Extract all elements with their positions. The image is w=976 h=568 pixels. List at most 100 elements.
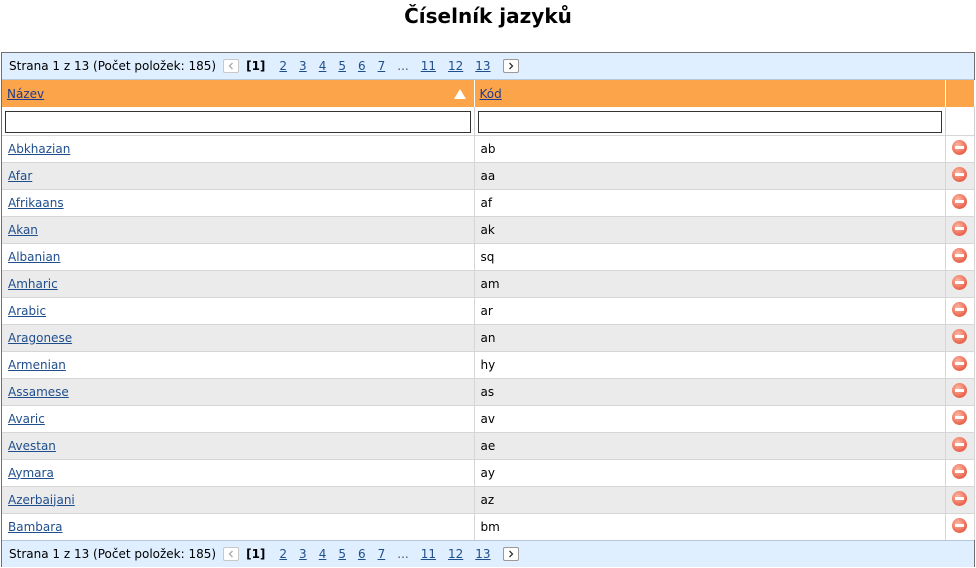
- table-row: Avaric av: [2, 404, 975, 432]
- page-ellipsis[interactable]: ...: [397, 547, 408, 561]
- language-code: ae: [474, 431, 946, 459]
- header-row: Název Kód: [2, 80, 975, 107]
- table-row: Avestan ae: [2, 431, 975, 459]
- page-title: Číselník jazyků: [404, 4, 572, 28]
- pager-summary: Strana 1 z 13 (Počet položek: 185): [9, 547, 217, 561]
- table-row: Afar aa: [2, 161, 975, 189]
- code-filter-cell: [474, 107, 946, 135]
- delete-icon[interactable]: [952, 490, 967, 506]
- delete-icon[interactable]: [952, 247, 967, 263]
- delete-icon[interactable]: [952, 382, 967, 398]
- column-header-name[interactable]: Název: [2, 80, 475, 107]
- language-code: aa: [474, 161, 946, 189]
- page-link-12[interactable]: 12: [448, 59, 463, 73]
- table-row: Akan ak: [2, 215, 975, 243]
- delete-icon[interactable]: [952, 436, 967, 452]
- chevron-right-icon: [508, 550, 513, 558]
- page-link-2[interactable]: 2: [279, 59, 287, 73]
- prev-page-button[interactable]: [223, 59, 240, 73]
- language-name-link[interactable]: Arabic: [8, 304, 46, 318]
- table-row: Amharic am: [2, 269, 975, 297]
- page-link-6[interactable]: 6: [358, 547, 366, 561]
- chevron-left-icon: [228, 62, 234, 70]
- page-link-6[interactable]: 6: [358, 59, 366, 73]
- delete-icon[interactable]: [952, 193, 967, 209]
- languages-grid: Strana 1 z 13 (Počet položek: 185) [1] 2…: [1, 52, 975, 567]
- table-row: Aragonese an: [2, 323, 975, 351]
- language-code: as: [474, 377, 946, 405]
- table-row: Afrikaans af: [2, 188, 975, 216]
- languages-table: Název Kód Abkhazian ab Afar aa Afrikaans af…: [2, 80, 975, 540]
- delete-icon[interactable]: [952, 220, 967, 236]
- page-link-11[interactable]: 11: [421, 547, 436, 561]
- page-link-5[interactable]: 5: [338, 59, 346, 73]
- language-code: sq: [474, 242, 946, 270]
- language-name-link[interactable]: Avestan: [8, 439, 56, 453]
- delete-icon[interactable]: [952, 274, 967, 290]
- page-link-13[interactable]: 13: [475, 547, 490, 561]
- language-name-link[interactable]: Azerbaijani: [8, 493, 75, 507]
- page-link-3[interactable]: 3: [299, 547, 307, 561]
- language-code: az: [474, 485, 946, 513]
- language-name-link[interactable]: Afar: [8, 169, 32, 183]
- delete-icon[interactable]: [952, 355, 967, 371]
- next-page-button[interactable]: [502, 547, 519, 561]
- language-code: av: [474, 404, 946, 432]
- actions-filter-cell: [945, 107, 975, 135]
- sort-ascending-icon: [453, 89, 466, 99]
- page-link-5[interactable]: 5: [338, 547, 346, 561]
- table-row: Abkhazian ab: [2, 134, 975, 162]
- page-current: [1]: [246, 547, 266, 561]
- chevron-left-icon: [228, 550, 234, 558]
- language-name-link[interactable]: Aymara: [8, 466, 54, 480]
- language-name-link[interactable]: Aragonese: [8, 331, 72, 345]
- page-link-4[interactable]: 4: [319, 547, 327, 561]
- code-filter-input[interactable]: [477, 110, 942, 133]
- column-header-actions: [945, 80, 975, 107]
- language-name-link[interactable]: Akan: [8, 223, 38, 237]
- page-current: [1]: [246, 59, 266, 73]
- page-link-13[interactable]: 13: [475, 59, 490, 73]
- delete-icon[interactable]: [952, 166, 967, 182]
- page-link-7[interactable]: 7: [378, 59, 386, 73]
- language-name-link[interactable]: Amharic: [8, 277, 58, 291]
- language-name-link[interactable]: Abkhazian: [8, 142, 70, 156]
- delete-icon[interactable]: [952, 301, 967, 317]
- table-row: Bambara bm: [2, 512, 975, 540]
- language-name-link[interactable]: Bambara: [8, 520, 63, 534]
- column-header-code[interactable]: Kód: [474, 80, 946, 107]
- table-row: Armenian hy: [2, 350, 975, 378]
- language-code: ay: [474, 458, 946, 486]
- delete-icon[interactable]: [952, 328, 967, 344]
- prev-page-button[interactable]: [223, 547, 240, 561]
- language-name-link[interactable]: Afrikaans: [8, 196, 64, 210]
- language-name-link[interactable]: Albanian: [8, 250, 60, 264]
- page-link-11[interactable]: 11: [421, 59, 436, 73]
- table-row: Assamese as: [2, 377, 975, 405]
- chevron-right-icon: [508, 62, 513, 70]
- next-page-button[interactable]: [502, 59, 519, 73]
- table-row: Azerbaijani az: [2, 485, 975, 513]
- page-link-4[interactable]: 4: [319, 59, 327, 73]
- language-name-link[interactable]: Avaric: [8, 412, 45, 426]
- table-row: Albanian sq: [2, 242, 975, 270]
- language-code: ar: [474, 296, 946, 324]
- delete-icon[interactable]: [952, 139, 967, 155]
- page-link-3[interactable]: 3: [299, 59, 307, 73]
- page-link-7[interactable]: 7: [378, 547, 386, 561]
- page-ellipsis[interactable]: ...: [397, 59, 408, 73]
- name-filter-input[interactable]: [5, 110, 471, 133]
- pager-bottom: Strana 1 z 13 (Počet položek: 185) [1] 2…: [2, 540, 974, 567]
- page-link-12[interactable]: 12: [448, 547, 463, 561]
- language-name-link[interactable]: Armenian: [8, 358, 66, 372]
- pager-top: Strana 1 z 13 (Počet položek: 185) [1] 2…: [2, 53, 974, 80]
- language-code: af: [474, 188, 946, 216]
- page-link-2[interactable]: 2: [279, 547, 287, 561]
- language-name-link[interactable]: Assamese: [8, 385, 69, 399]
- delete-icon[interactable]: [952, 463, 967, 479]
- delete-icon[interactable]: [952, 409, 967, 425]
- sort-by-name-link[interactable]: Název: [7, 87, 44, 101]
- name-filter-cell: [2, 107, 475, 135]
- sort-by-code-link[interactable]: Kód: [480, 87, 502, 101]
- delete-icon[interactable]: [952, 517, 967, 533]
